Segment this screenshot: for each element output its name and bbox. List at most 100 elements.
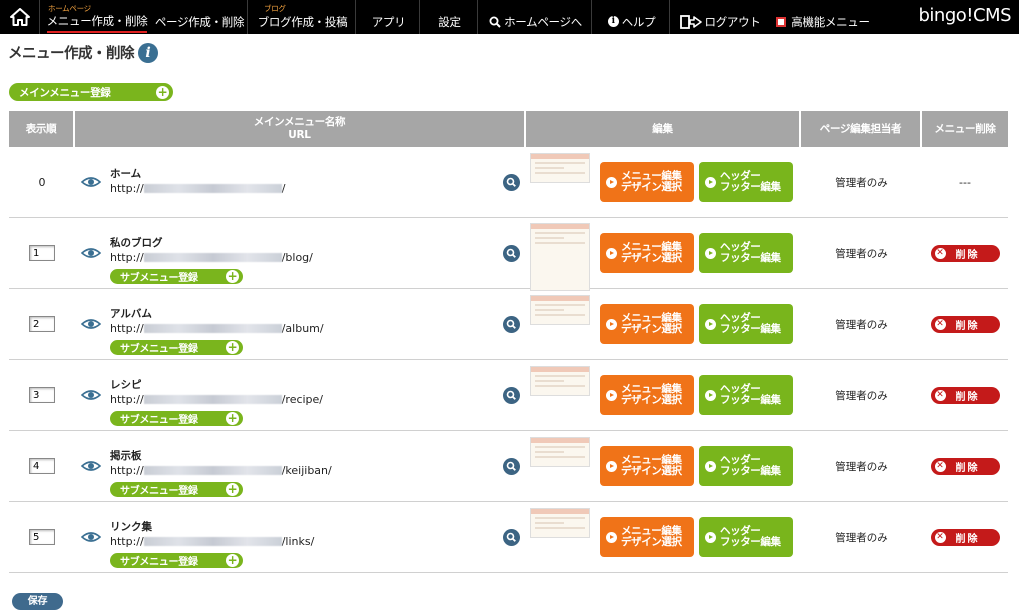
order-input[interactable] [29, 387, 55, 403]
menu-name: 私のブログ [110, 237, 163, 249]
delete-column-header: メニュー削除 [922, 111, 1008, 147]
apps-tab[interactable]: アプリ [358, 0, 420, 34]
delete-button[interactable]: ✕ 削除 [930, 244, 1000, 262]
logout-link[interactable]: ログアウト [672, 0, 768, 34]
order-input[interactable] [29, 245, 55, 261]
preview-search-icon[interactable] [503, 316, 520, 333]
order-input[interactable] [29, 316, 55, 332]
advanced-menu-label: 高機能メニュー [791, 14, 870, 29]
design-select-label: デザイン選択 [621, 465, 682, 477]
eye-icon[interactable] [80, 247, 102, 259]
order-cell [9, 289, 75, 360]
settings-label: 設定 [438, 14, 461, 29]
delete-button[interactable]: ✕ 削除 [930, 315, 1000, 333]
advanced-menu-checkbox[interactable] [776, 16, 787, 27]
add-submenu-button[interactable]: サブメニュー登録 + [110, 411, 243, 426]
eye-icon[interactable] [80, 531, 102, 543]
logout-label: ログアウト [704, 14, 761, 29]
logout-icon [679, 14, 702, 29]
add-submenu-label: サブメニュー登録 [120, 273, 198, 284]
add-submenu-button[interactable]: サブメニュー登録 + [110, 340, 243, 355]
home-button[interactable] [0, 0, 40, 34]
menu-edit-design-button[interactable]: メニュー編集 デザイン選択 [600, 304, 694, 344]
delete-cell: ✕ 削除 [922, 289, 1008, 360]
page-thumbnail [530, 153, 590, 183]
edit-column-header: 編集 [526, 111, 801, 147]
header-footer-edit-button[interactable]: ヘッダー フッター編集 [699, 162, 793, 202]
eye-icon[interactable] [80, 389, 102, 401]
preview-search-icon[interactable] [503, 529, 520, 546]
order-cell [9, 218, 75, 289]
order-input[interactable] [29, 529, 55, 545]
menu-edit-design-button[interactable]: メニュー編集 デザイン選択 [600, 233, 694, 273]
settings-tab[interactable]: 設定 [422, 0, 478, 34]
manager-cell: 管理者のみ [801, 360, 922, 431]
arrow-right-icon [606, 389, 617, 401]
delete-label: 削除 [955, 320, 980, 332]
menu-edit-design-button[interactable]: メニュー編集 デザイン選択 [600, 375, 694, 415]
plus-icon: + [226, 553, 239, 567]
advanced-menu-toggle[interactable]: 高機能メニュー [772, 0, 874, 34]
plus-icon: + [156, 84, 169, 99]
url-prefix: http:// [110, 464, 144, 477]
page-create-delete-tab[interactable]: ページ作成・削除 [152, 0, 248, 34]
delete-button[interactable]: ✕ 削除 [930, 528, 1000, 546]
page-thumbnail [530, 295, 590, 325]
menu-edit-design-button[interactable]: メニュー編集 デザイン選択 [600, 162, 694, 202]
help-link[interactable]: i ヘルプ [594, 0, 670, 34]
url-header-label: URL [288, 129, 311, 141]
delete-button[interactable]: ✕ 削除 [930, 457, 1000, 475]
table-row: リンク集 http:// /links/サブメニュー登録 + メニュー編集デザイン選択ヘ… [9, 502, 1008, 573]
table-header-row: 表示順 メインメニュー名称 URL 編集 ページ編集担当者 メニュー削除 [9, 111, 1008, 147]
homepage-link[interactable]: ホームページへ [480, 0, 592, 34]
delete-cell: ✕ 削除 [922, 431, 1008, 502]
menu-edit-design-button[interactable]: メニュー編集 デザイン選択 [600, 446, 694, 486]
menu-name: アルバム [110, 308, 152, 320]
preview-search-icon[interactable] [503, 387, 520, 404]
edit-cell: メニュー編集 デザイン選択 ヘッダー フッター編集 [526, 218, 801, 291]
header-footer-edit-button[interactable]: ヘッダー フッター編集 [699, 304, 793, 344]
preview-search-icon[interactable] [503, 458, 520, 475]
help-label: ヘルプ [621, 14, 656, 29]
header-footer-edit-button[interactable]: ヘッダー フッター編集 [699, 446, 793, 486]
menu-edit-design-button[interactable]: メニュー編集 デザイン選択 [600, 517, 694, 557]
header-footer-edit-button[interactable]: ヘッダー フッター編集 [699, 233, 793, 273]
name-cell: 掲示板 http:// /keijiban/サブメニュー登録 + [75, 431, 526, 502]
preview-search-icon[interactable] [503, 245, 520, 262]
add-submenu-label: サブメニュー登録 [120, 344, 198, 355]
preview-search-icon[interactable] [503, 174, 520, 191]
plus-icon: + [226, 340, 239, 354]
info-icon[interactable]: i [138, 43, 158, 63]
design-select-label: デザイン選択 [621, 181, 682, 193]
arrow-right-icon [606, 176, 617, 188]
table-row: 掲示板 http:// /keijiban/サブメニュー登録 + メニュー編集デザイン選… [9, 431, 1008, 502]
add-submenu-button[interactable]: サブメニュー登録 + [110, 553, 243, 568]
blog-create-post-tab[interactable]: ブログ ブログ作成・投稿 [250, 0, 356, 34]
header-footer-edit-button[interactable]: ヘッダー フッター編集 [699, 517, 793, 557]
delete-cell: --- [922, 147, 1008, 218]
delete-cell: ✕ 削除 [922, 360, 1008, 431]
eye-icon[interactable] [80, 460, 102, 472]
url-prefix: http:// [110, 182, 144, 195]
footer-edit-label: フッター編集 [720, 465, 781, 477]
blurred-domain [143, 537, 282, 546]
eye-icon[interactable] [80, 318, 102, 330]
order-column-header: 表示順 [9, 111, 75, 147]
url-prefix: http:// [110, 251, 144, 264]
eye-icon[interactable] [80, 176, 102, 188]
order-input[interactable] [29, 458, 55, 474]
search-icon [489, 16, 501, 28]
add-submenu-button[interactable]: サブメニュー登録 + [110, 482, 243, 497]
order-value: 0 [38, 175, 46, 189]
add-main-menu-button[interactable]: メインメニュー登録 + [9, 83, 173, 101]
delete-button[interactable]: ✕ 削除 [930, 386, 1000, 404]
menu-create-delete-tab[interactable]: ホームページ メニュー作成・削除 [42, 0, 152, 34]
menu-name: リンク集 [110, 521, 152, 533]
add-submenu-button[interactable]: サブメニュー登録 + [110, 269, 243, 284]
save-button[interactable]: 保存 [12, 593, 63, 610]
edit-cell: メニュー編集 デザイン選択 ヘッダー フッター編集 [526, 289, 801, 360]
header-footer-edit-button[interactable]: ヘッダー フッター編集 [699, 375, 793, 415]
footer-edit-label: フッター編集 [720, 394, 781, 406]
close-icon: ✕ [934, 247, 946, 259]
menu-url: http:// /album/ [110, 322, 324, 335]
